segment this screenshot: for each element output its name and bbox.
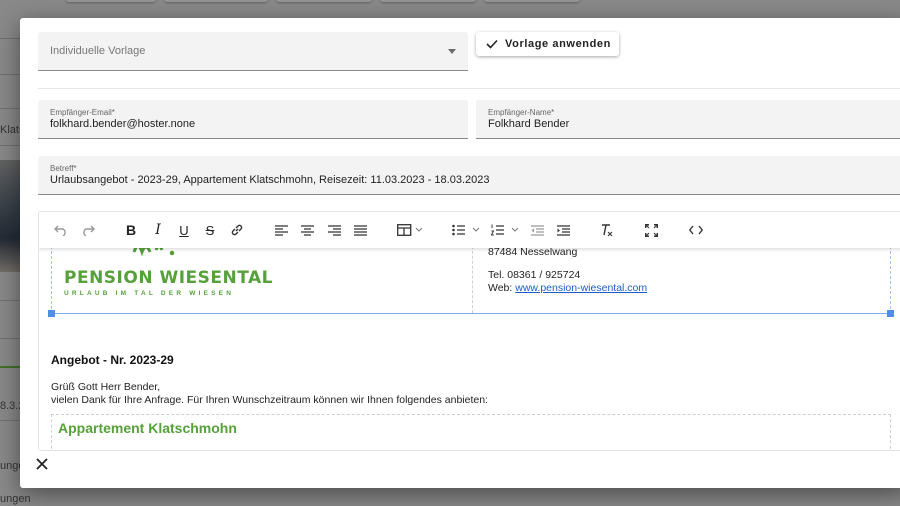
outdent-icon[interactable] (529, 222, 545, 238)
resize-handle[interactable] (887, 310, 894, 317)
template-select[interactable]: Individuelle Vorlage (38, 32, 468, 71)
numbered-list-icon[interactable] (491, 222, 523, 238)
apply-template-button[interactable]: Vorlage anwenden (476, 32, 619, 56)
redo-icon[interactable] (80, 222, 96, 238)
apartment-box: Appartement Klatschmohn (51, 414, 891, 450)
apartment-title: Appartement Klatschmohn (58, 420, 237, 436)
editor-content[interactable]: PENSION WIESENTAL URLAUB IM TAL DER WIES… (39, 244, 900, 450)
address-web: Web: www.pension-wiesental.com (488, 282, 647, 294)
table-icon[interactable] (396, 222, 426, 238)
email-dialog: Individuelle Vorlage Vorlage anwenden Em… (20, 18, 900, 488)
fullscreen-icon[interactable] (643, 222, 659, 238)
logo-tagline: URLAUB IM TAL DER WIESEN (64, 290, 235, 297)
recipient-email-value: folkhard.bender@hoster.none (50, 118, 196, 130)
address-phone: Tel. 08361 / 925724 (488, 269, 581, 281)
align-justify-icon[interactable] (352, 222, 368, 238)
subject-field[interactable]: Betreff* Urlaubsangebot - 2023-29, Appar… (38, 156, 900, 195)
subject-value: Urlaubsangebot - 2023-29, Appartement Kl… (50, 174, 490, 186)
header-table[interactable]: PENSION WIESENTAL URLAUB IM TAL DER WIES… (51, 244, 891, 314)
offer-title: Angebot - Nr. 2023-29 (51, 353, 174, 367)
bold-icon[interactable]: B (123, 222, 139, 238)
recipient-name-field[interactable]: Empfänger-Name* Folkhard Bender (476, 100, 900, 139)
undo-icon[interactable] (53, 222, 69, 238)
source-code-icon[interactable] (688, 222, 704, 238)
dialog-divider (38, 88, 900, 89)
recipient-email-field[interactable]: Empfänger-Email* folkhard.bender@hoster.… (38, 100, 468, 139)
align-right-icon[interactable] (326, 222, 342, 238)
website-link[interactable]: www.pension-wiesental.com (515, 282, 647, 294)
recipient-name-label: Empfänger-Name* (488, 108, 555, 117)
intro-text: vielen Dank für Ihre Anfrage. Für Ihren … (51, 394, 488, 406)
logo-name: PENSION WIESENTAL (64, 268, 274, 288)
template-select-placeholder: Individuelle Vorlage (50, 45, 146, 57)
greeting-text: Grüß Gott Herr Bender, (51, 381, 161, 393)
link-icon[interactable] (229, 222, 245, 238)
align-center-icon[interactable] (299, 222, 315, 238)
bullet-list-icon[interactable] (452, 222, 484, 238)
recipient-email-label: Empfänger-Email* (50, 108, 115, 117)
resize-handle[interactable] (48, 310, 55, 317)
address-web-label: Web: (488, 282, 516, 294)
apply-template-label: Vorlage anwenden (505, 38, 611, 50)
clear-format-icon[interactable] (599, 222, 615, 238)
recipient-name-value: Folkhard Bender (488, 118, 570, 130)
rich-text-editor[interactable]: B I U S PENSION WIESENTAL URLAUB IM TAL … (38, 211, 900, 451)
close-icon[interactable] (34, 456, 50, 472)
selection-outline (51, 313, 891, 314)
align-left-icon[interactable] (273, 222, 289, 238)
strikethrough-icon[interactable]: S (202, 222, 218, 238)
underline-icon[interactable]: U (176, 222, 192, 238)
italic-icon[interactable]: I (150, 222, 166, 238)
dropdown-caret-icon[interactable] (448, 49, 456, 54)
table-cell-divider (472, 246, 473, 313)
indent-icon[interactable] (555, 222, 571, 238)
subject-label: Betreff* (50, 164, 77, 173)
check-icon (486, 39, 498, 49)
editor-toolbar: B I U S (39, 212, 900, 248)
